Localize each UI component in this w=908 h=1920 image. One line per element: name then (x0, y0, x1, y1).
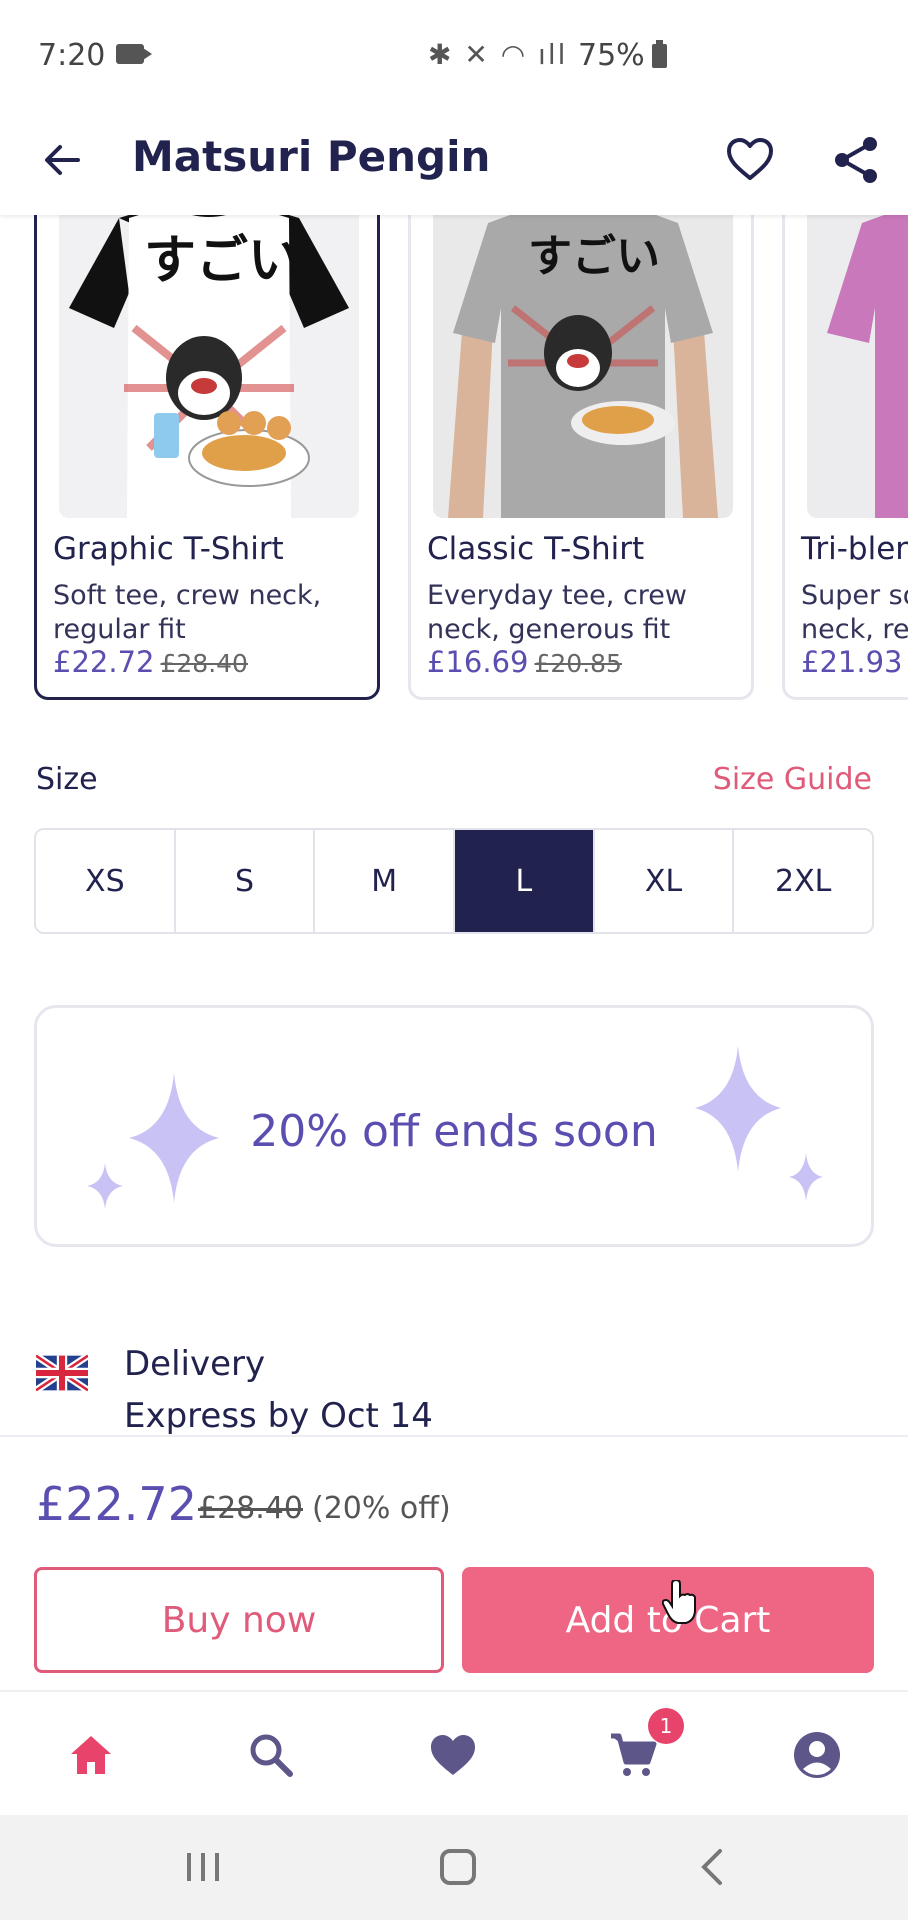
cart-icon[interactable] (608, 1730, 658, 1780)
favorite-icon[interactable] (724, 134, 776, 186)
product-title: Graphic T-Shirt (53, 531, 284, 567)
price-old: £20.85 (534, 649, 622, 678)
bottom-nav (0, 1690, 908, 1815)
system-back-icon[interactable] (694, 1847, 730, 1887)
price-current: £22.72 (53, 645, 155, 679)
home-button-icon[interactable] (440, 1849, 476, 1885)
product-card[interactable]: すごい Classic T-Shirt Everyday tee, crew n… (408, 215, 754, 700)
product-image (807, 215, 908, 518)
heart-icon[interactable] (428, 1730, 478, 1780)
delivery-detail: Express by Oct 14 (124, 1396, 433, 1436)
size-option-2xl[interactable]: 2XL (734, 830, 872, 932)
battery-percent: 75% (578, 38, 645, 73)
product-title: Classic T-Shirt (427, 531, 645, 567)
app-bar: Matsuri Pengin (0, 110, 908, 215)
svg-text:すごい: すごい (528, 231, 660, 282)
discount-label: (20% off) (312, 1491, 451, 1526)
selected-old-price: £28.40 (198, 1491, 303, 1526)
account-icon[interactable] (792, 1730, 842, 1780)
size-option-l[interactable]: L (455, 830, 595, 932)
product-title: Tri-blend T-Shirt (801, 531, 908, 567)
search-icon[interactable] (246, 1730, 296, 1780)
svg-text:すごい: すごい (144, 231, 300, 291)
hand-cursor-icon (662, 1580, 696, 1624)
status-time: 7:20 (38, 38, 106, 73)
battery-icon (652, 40, 667, 68)
size-selector: XS S M L XL 2XL (34, 828, 874, 934)
product-description: Everyday tee, crew neck, generous fit (427, 580, 687, 645)
price-current: £16.69 (427, 645, 529, 679)
product-image: すごい (59, 215, 359, 518)
promo-banner: 20% off ends soon (34, 1005, 874, 1247)
camera-icon (116, 44, 152, 64)
product-price: £21.93 (801, 645, 902, 679)
purchase-bar: £22.72 £28.40 (20% off) Buy now Add to C… (0, 1435, 908, 1690)
uk-flag-icon (36, 1354, 88, 1392)
product-card[interactable]: すごい Graphic T-Shirt Soft tee, crew neck,… (34, 215, 380, 700)
status-icons: ✱ ✕ ◠ ıll (428, 38, 568, 71)
product-description: Super soft tee, crew neck, regular fit (801, 580, 908, 645)
product-price: £16.69 £20.85 (427, 645, 622, 679)
price-current: £21.93 (801, 645, 903, 679)
buy-now-button[interactable]: Buy now (34, 1567, 444, 1673)
size-option-m[interactable]: M (315, 830, 456, 932)
product-image: すごい (433, 215, 733, 518)
home-icon[interactable] (66, 1730, 116, 1780)
status-bar: 7:20 ✱ ✕ ◠ ıll 75% (0, 0, 908, 110)
sparkle-icon (789, 1153, 823, 1201)
size-option-s[interactable]: S (175, 830, 316, 932)
back-arrow-icon[interactable] (38, 136, 86, 184)
product-card[interactable]: Tri-blend T-Shirt Super soft tee, crew n… (782, 215, 908, 700)
sparkle-icon (87, 1163, 123, 1209)
product-carousel[interactable]: すごい Graphic T-Shirt Soft tee, crew neck,… (0, 215, 908, 705)
size-option-xs[interactable]: XS (36, 830, 176, 932)
selected-price: £22.72 (36, 1477, 197, 1531)
product-description: Soft tee, crew neck, regular fit (53, 580, 322, 645)
recent-apps-icon[interactable] (184, 1851, 222, 1883)
size-option-xl[interactable]: XL (594, 830, 735, 932)
system-nav-bar (0, 1815, 908, 1920)
size-label: Size (36, 762, 98, 797)
page-title: Matsuri Pengin (132, 132, 491, 181)
product-price: £22.72 £28.40 (53, 645, 248, 679)
cart-count-badge: 1 (648, 1708, 684, 1744)
sparkle-icon (695, 1046, 781, 1172)
delivery-title: Delivery (124, 1344, 266, 1384)
size-guide-link[interactable]: Size Guide (713, 762, 872, 797)
price-old: £28.40 (160, 649, 248, 678)
share-icon[interactable] (830, 134, 882, 186)
